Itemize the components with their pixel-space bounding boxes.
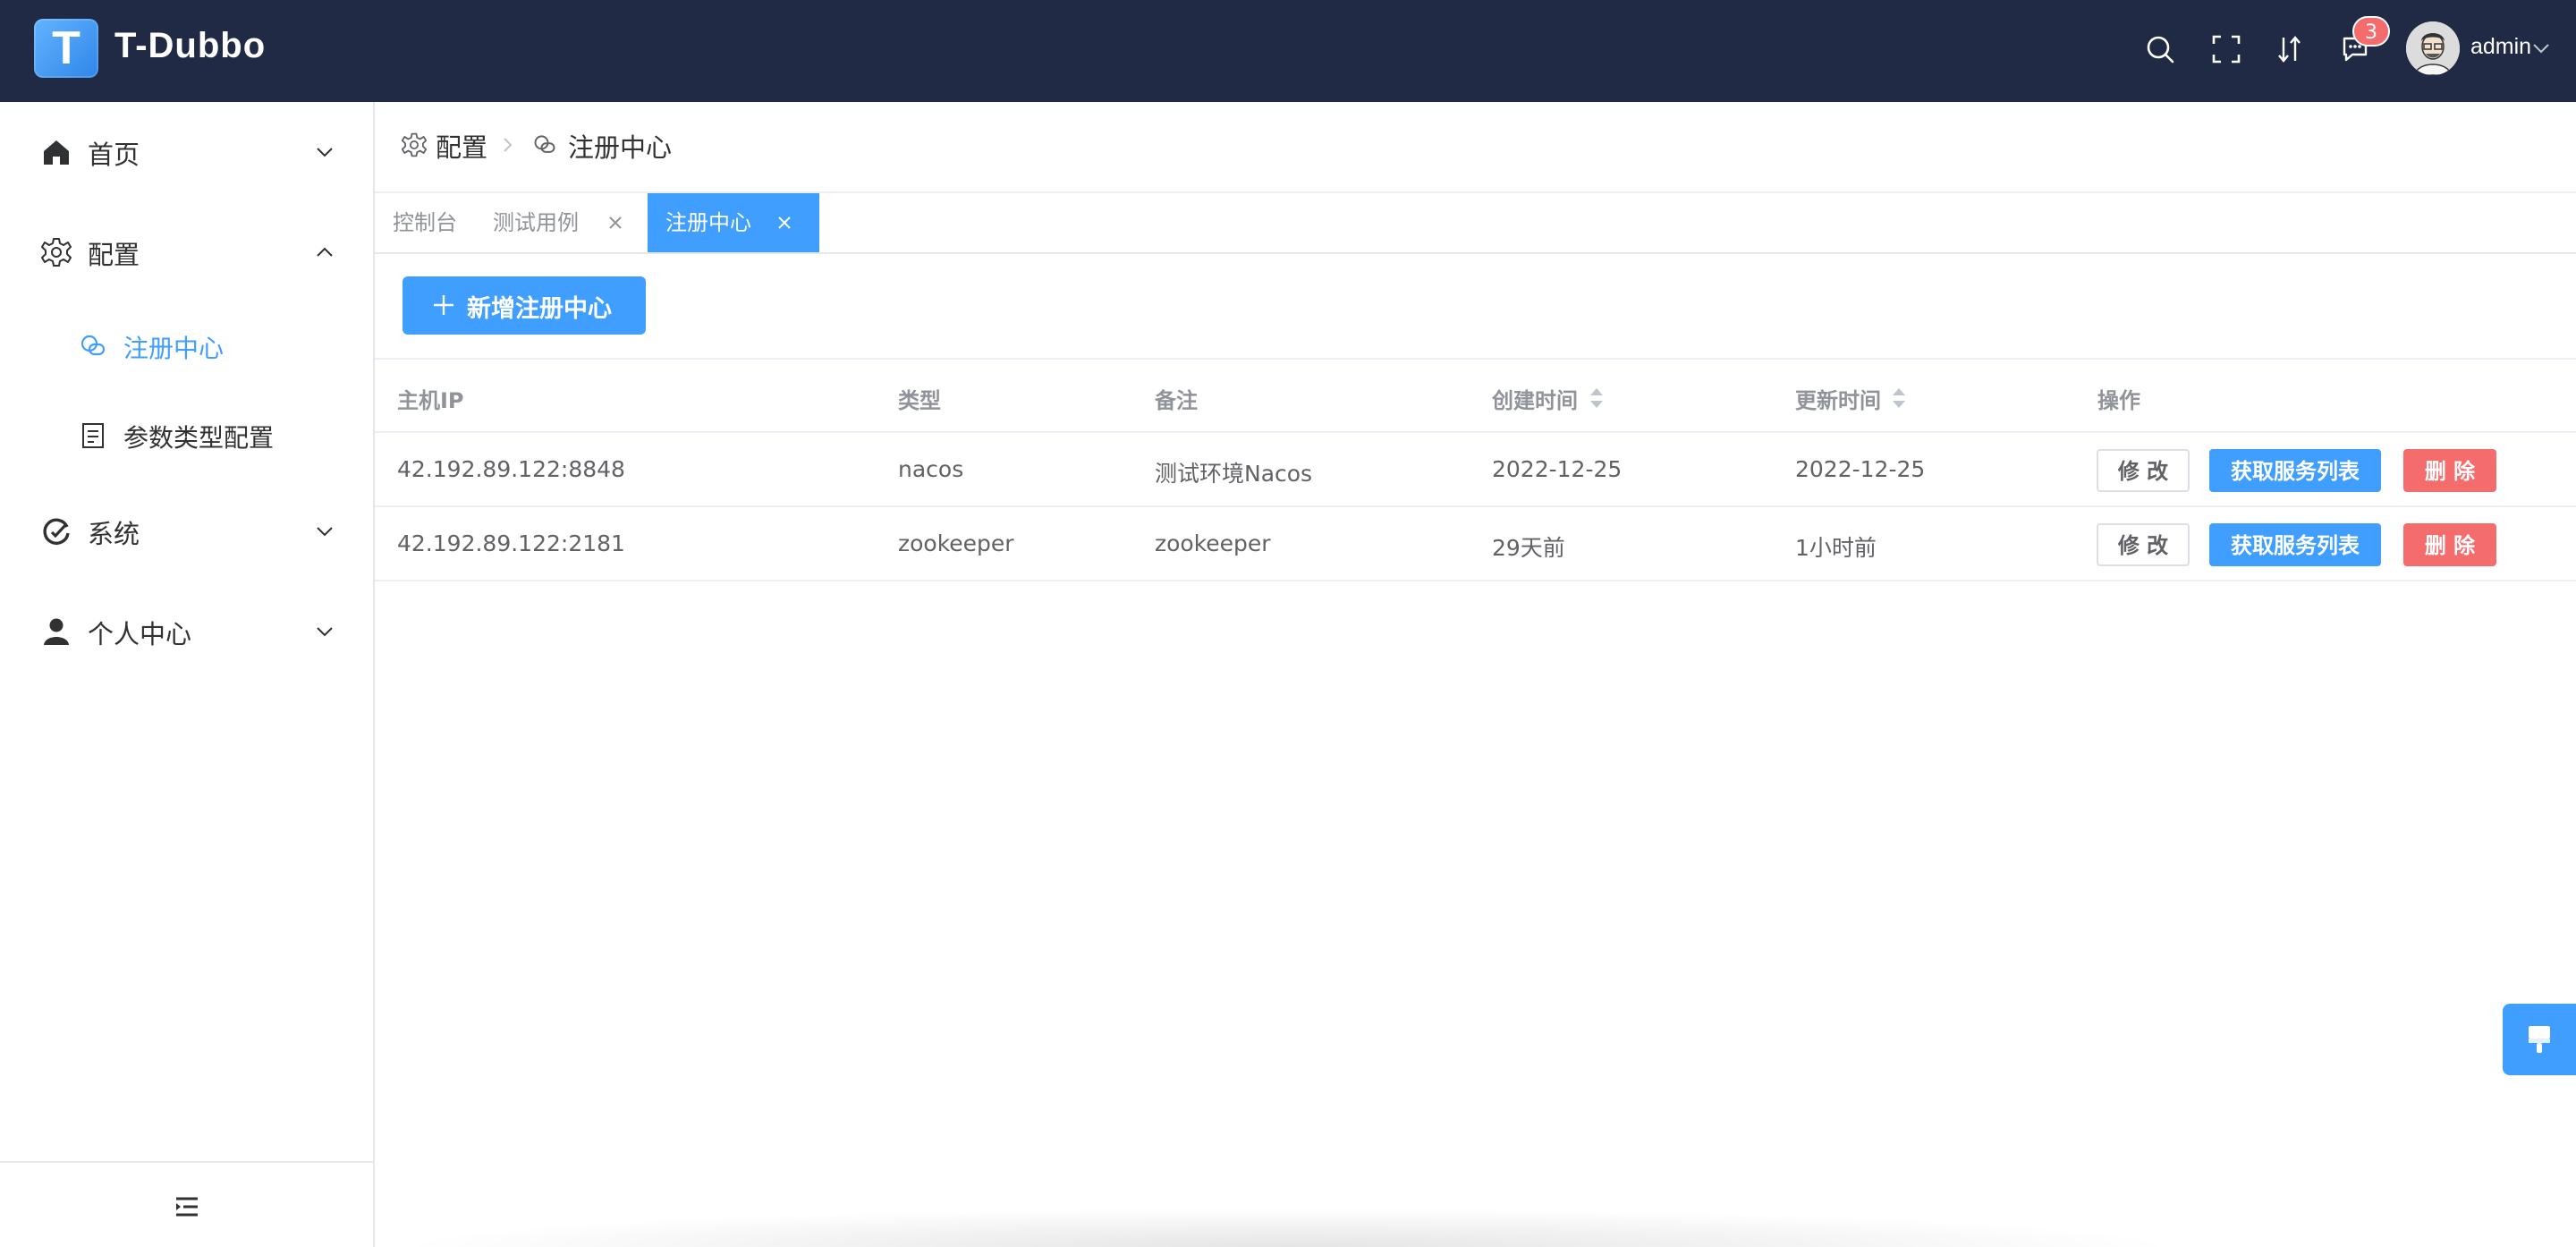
sidebar-item-label: 系统 (88, 519, 140, 549)
chevron-down-icon[interactable] (2531, 41, 2551, 55)
chevron-right-icon (504, 138, 513, 152)
column-header-updated[interactable]: 更新时间 (1795, 383, 1881, 414)
get-service-list-button[interactable]: 获取服务列表 (2209, 523, 2381, 566)
table-row: 42.192.89.122:8848 nacos 测试环境Nacos 2022-… (375, 433, 2576, 507)
tab-dashboard[interactable]: 控制台 (393, 193, 457, 252)
fullscreen-icon[interactable] (2211, 34, 2241, 64)
tabs-bar: 控制台 测试用例 注册中心 (375, 191, 2576, 254)
font-size-icon[interactable] (2275, 34, 2306, 64)
plus-icon (434, 295, 453, 315)
sidebar-item-label: 注册中心 (123, 334, 225, 363)
tab-registry-center[interactable]: 注册中心 (648, 193, 819, 252)
home-icon (44, 140, 69, 165)
cell-created: 2022-12-25 (1492, 456, 1623, 482)
breadcrumb-item-registry-center: 注册中心 (568, 132, 673, 163)
column-header-remark: 备注 (1155, 388, 1198, 413)
add-registry-button[interactable]: 新增注册中心 (402, 276, 646, 335)
theme-settings-button[interactable] (2503, 1004, 2576, 1075)
cell-updated: 2022-12-25 (1795, 456, 1926, 482)
document-icon (82, 423, 104, 448)
delete-button[interactable]: 删 除 (2403, 449, 2496, 492)
sidebar-item-label: 配置 (88, 240, 140, 270)
sidebar-item-label: 首页 (88, 140, 140, 170)
username[interactable]: admin (2470, 34, 2531, 60)
collapse-menu-icon[interactable] (174, 1195, 200, 1218)
user-icon (44, 618, 69, 645)
link-icon (534, 135, 555, 153)
cell-remark: zookeeper (1155, 530, 1271, 556)
sidebar-footer (0, 1161, 373, 1247)
close-icon[interactable] (775, 213, 794, 233)
chevron-down-icon (317, 627, 333, 637)
cell-updated: 1小时前 (1795, 535, 1877, 561)
cell-type: nacos (898, 456, 964, 482)
edit-button[interactable]: 修 改 (2097, 449, 2190, 492)
sidebar-item-label: 个人中心 (88, 619, 192, 649)
sidebar-item-label: 参数类型配置 (123, 423, 275, 453)
cell-host: 42.192.89.122:2181 (397, 530, 625, 556)
column-header-actions: 操作 (2097, 388, 2140, 413)
avatar[interactable] (2406, 21, 2460, 75)
table-header: 主机IP 类型 备注 创建时间 更新时间 操作 (375, 358, 2576, 433)
get-service-list-button[interactable]: 获取服务列表 (2209, 449, 2381, 492)
sidebar: 首页 配置 注册中心 参数类型配置 系统 个人中心 (0, 102, 375, 1247)
paint-brush-icon (2529, 1026, 2550, 1053)
gear-icon (402, 132, 427, 157)
app-logo: T (34, 19, 98, 78)
table-row: 42.192.89.122:2181 zookeeper zookeeper 2… (375, 507, 2576, 581)
column-header-host: 主机IP (397, 388, 464, 413)
tab-test-cases[interactable]: 测试用例 (493, 193, 627, 252)
sidebar-item-system[interactable]: 系统 (0, 492, 373, 571)
system-icon (43, 518, 70, 545)
sidebar-item-registry-center[interactable]: 注册中心 (0, 308, 373, 386)
top-header: T T-Dubbo 3 admin (0, 0, 2576, 102)
breadcrumb-item-config[interactable]: 配置 (436, 127, 487, 165)
notification-badge: 3 (2352, 16, 2390, 47)
cell-remark: 测试环境Nacos (1155, 461, 1313, 487)
bottom-shadow (394, 1208, 2182, 1247)
chevron-up-icon (317, 247, 333, 257)
sidebar-item-home[interactable]: 首页 (0, 113, 373, 191)
cell-type: zookeeper (898, 530, 1014, 556)
delete-button[interactable]: 删 除 (2403, 523, 2496, 566)
chevron-down-icon (317, 148, 333, 157)
link-icon (80, 335, 106, 356)
close-icon[interactable] (606, 213, 625, 233)
gear-icon (41, 238, 72, 267)
sidebar-item-param-type-config[interactable]: 参数类型配置 (0, 397, 373, 476)
column-header-type: 类型 (898, 388, 941, 413)
cell-host: 42.192.89.122:8848 (397, 456, 625, 482)
sidebar-item-profile[interactable]: 个人中心 (0, 592, 373, 671)
add-registry-label: 新增注册中心 (467, 295, 612, 323)
tab-label: 注册中心 (665, 210, 751, 235)
cell-created: 29天前 (1492, 535, 1565, 561)
logo-letter: T (52, 22, 80, 74)
tab-label: 测试用例 (493, 210, 579, 235)
sort-icon[interactable] (1891, 386, 1907, 410)
search-icon[interactable] (2145, 34, 2175, 64)
chevron-down-icon (317, 527, 333, 537)
edit-button[interactable]: 修 改 (2097, 523, 2190, 566)
sidebar-item-config[interactable]: 配置 (0, 213, 373, 292)
app-title: T-Dubbo (114, 26, 267, 65)
tab-label: 控制台 (393, 210, 457, 235)
avatar-illustration (2406, 21, 2460, 75)
sort-icon[interactable] (1589, 386, 1605, 410)
column-header-created[interactable]: 创建时间 (1492, 383, 1578, 414)
